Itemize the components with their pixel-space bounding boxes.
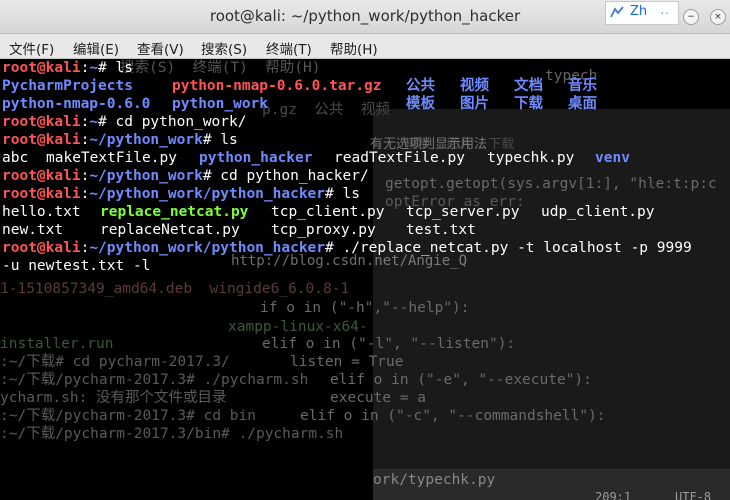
terminal-line: 公共 <box>406 78 435 94</box>
ghost-line: xampp-linux-x64- <box>228 319 368 335</box>
terminal-line: 视频 <box>460 78 489 94</box>
terminal-line: root@kali:~/python_work# ls <box>2 132 238 148</box>
ghost-line: ork/typechk.py <box>373 472 496 488</box>
ghost-line: execute = a <box>330 390 427 406</box>
terminal-line: -u newtest.txt -l <box>2 258 151 274</box>
terminal-output[interactable]: 搜索(S) 终端(T) 帮助(H) typech p.gz 公共 视频 模板 图… <box>0 59 730 500</box>
ime-language-label: Zh <box>630 4 648 19</box>
ghost-line: if o in ("-h","--help"): <box>260 300 470 316</box>
terminal-line: venv <box>595 150 630 166</box>
terminal-line: replace_netcat.py <box>100 204 249 220</box>
ghost-line: :~/下载/pycharm-2017.3/bin# ./pycharm.sh <box>0 426 344 442</box>
terminal-line: 下载 <box>514 96 543 112</box>
ghost-line: p.gz 公共 视频 <box>262 102 390 118</box>
terminal-line: 文档 <box>514 78 543 94</box>
menu-search[interactable]: 搜索(S) <box>201 38 247 58</box>
kali-logo-icon <box>610 6 624 18</box>
input-method-indicator[interactable]: Zh ·· <box>605 1 679 25</box>
menubar: 文件(F) 编辑(E) 查看(V) 搜索(S) 终端(T) 帮助(H) <box>0 34 730 59</box>
menu-terminal[interactable]: 终端(T) <box>266 38 312 58</box>
terminal-line: 桌面 <box>568 96 597 112</box>
terminal-line: root@kali:~/python_work# cd python_hacke… <box>2 168 369 184</box>
terminal-line: tcp_proxy.py <box>271 222 376 238</box>
menu-file[interactable]: 文件(F) <box>9 38 54 58</box>
terminal-line: python_hacker <box>199 150 313 166</box>
menu-edit[interactable]: 编辑(E) <box>73 38 119 58</box>
terminal-line: test.txt <box>406 222 476 238</box>
window-titlebar[interactable]: root@kali: ~/python_work/python_hacker Z… <box>0 0 730 34</box>
terminal-line: python_work <box>172 96 269 112</box>
terminal-line: replaceNetcat.py <box>100 222 240 238</box>
terminal-line: python-nmap-0.6.0.tar.gz <box>172 78 382 94</box>
ghost-line: elif o in ("-c", "--commandshell"): <box>300 408 606 424</box>
ghost-line: elif o in ("-l", "--listen"): <box>262 336 516 352</box>
ghost-line: 209:1 <box>595 490 632 500</box>
minimize-button[interactable]: − <box>683 9 699 25</box>
terminal-line: makeTextFile.py <box>46 150 177 166</box>
terminal-line: udp_client.py <box>541 204 655 220</box>
ghost-line: :~/下载/pycharm-2017.3# ./pycharm.sh <box>0 372 309 388</box>
ghost-line: installer.run <box>0 336 114 352</box>
menu-view[interactable]: 查看(V) <box>137 38 184 58</box>
ghost-menu: 搜索(S) 终端(T) 帮助(H) <box>120 60 321 76</box>
ghost-line: ycharm.sh: 没有那个文件或目录 <box>0 390 227 406</box>
terminal-line: abc <box>2 150 29 166</box>
terminal-line: root@kali:~/python_work/python_hacker# l… <box>2 186 360 202</box>
terminal-line: python-nmap-0.6.0 <box>2 96 151 112</box>
terminal-line: new.txt <box>2 222 64 238</box>
ghost-line: UTF-8 <box>675 490 712 500</box>
terminal-line: root@kali:~# cd python_work/ <box>2 114 247 130</box>
ghost-line: 1-1510857349_amd64.deb wingide6_6.0.8-1 <box>0 281 350 297</box>
close-button[interactable]: × <box>710 9 726 25</box>
ghost-line: elif o in ("-e", "--execute"): <box>330 372 592 388</box>
watermark-text: http://blog.csdn.net/Angie_Q <box>231 253 468 269</box>
terminal-line: typechk.py <box>487 150 575 166</box>
ghost-line: :~/下载# cd pycharm-2017.3/ <box>0 354 230 370</box>
terminal-line: readTextFile.py <box>334 150 465 166</box>
terminal-line: root@kali:~# ls <box>2 60 133 76</box>
terminal-line: 模板 <box>406 96 435 112</box>
ghost-line: :~/下载/pycharm-2017.3# cd bin <box>0 408 256 424</box>
menu-help[interactable]: 帮助(H) <box>330 38 378 58</box>
ime-extra-icon: ·· <box>660 4 670 20</box>
ghost-line: listen = True <box>290 354 404 370</box>
terminal-line: 图片 <box>460 96 489 112</box>
terminal-line: hello.txt <box>2 204 81 220</box>
terminal-line: tcp_server.py <box>406 204 520 220</box>
terminal-line: PycharmProjects <box>2 78 133 94</box>
terminal-line: 音乐 <box>568 78 597 94</box>
terminal-line: tcp_client.py <box>271 204 385 220</box>
ghost-line: getopt.getopt(sys.argv[1:], "hle:t:p:c <box>385 176 717 192</box>
